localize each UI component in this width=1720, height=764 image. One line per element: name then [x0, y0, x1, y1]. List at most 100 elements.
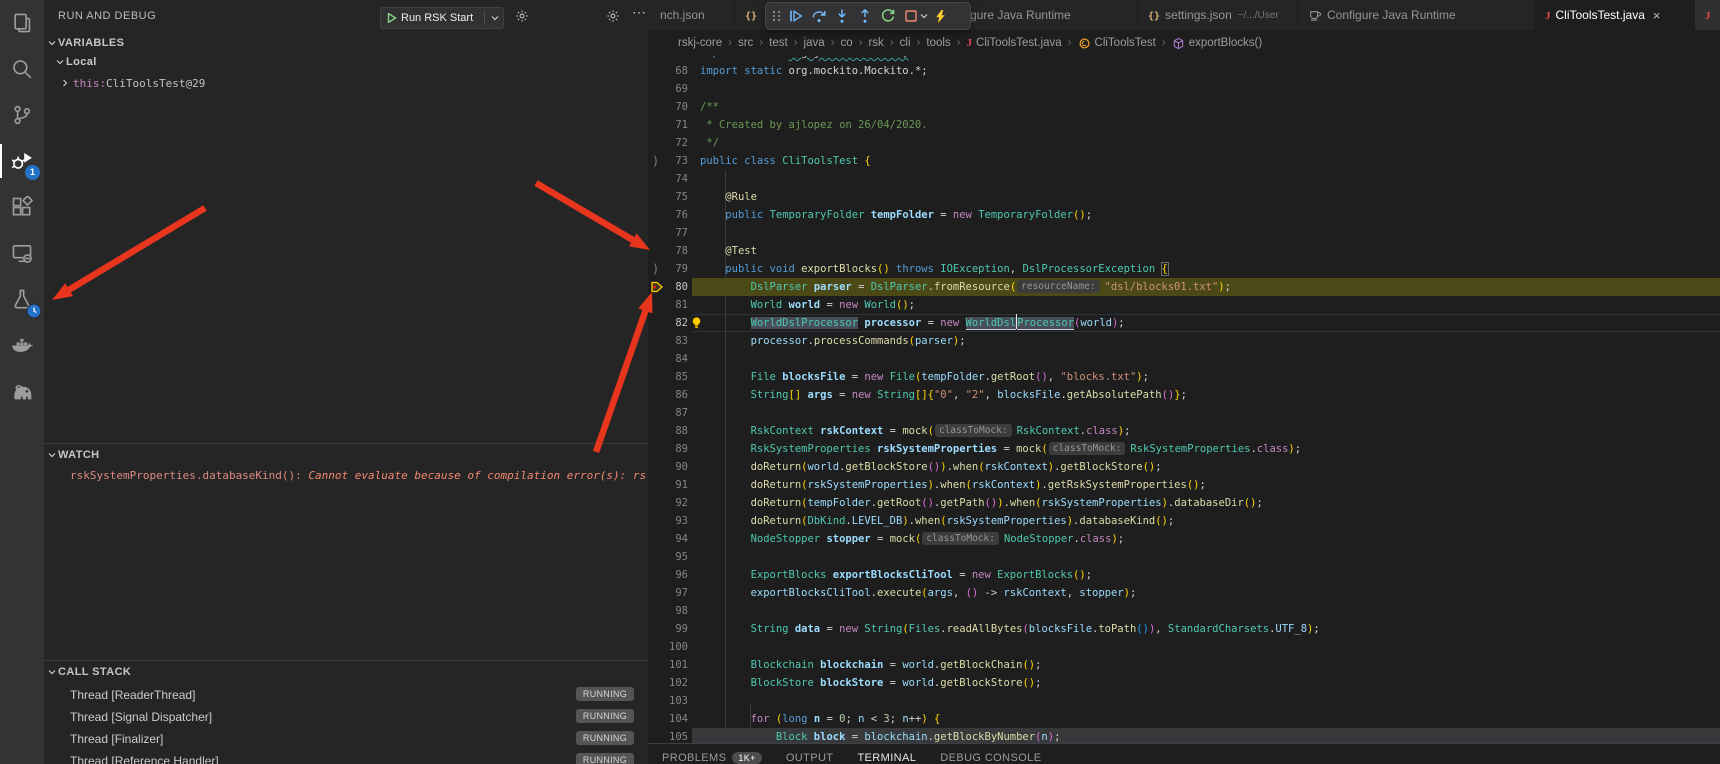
code-line-103[interactable]: 103	[648, 692, 1720, 710]
variables-group-local[interactable]: Local	[44, 54, 648, 74]
activity-bar-item-testing[interactable]	[0, 276, 44, 322]
code-line-79[interactable]: )79 public void exportBlocks() throws IO…	[648, 260, 1720, 278]
gear-icon[interactable]	[606, 9, 620, 23]
code-line-89[interactable]: 89 RskSystemProperties rskSystemProperti…	[648, 440, 1720, 458]
line-number[interactable]: 91	[648, 476, 688, 494]
line-number[interactable]: 105	[648, 728, 688, 743]
tab-Configure Java Runtime[interactable]: Configure Java Runtime	[1298, 0, 1535, 30]
tab-nch.json[interactable]: nch.json	[648, 0, 735, 30]
line-number[interactable]: 99	[648, 620, 688, 638]
line-number[interactable]: 98	[648, 602, 688, 620]
line-number[interactable]: 77	[648, 224, 688, 242]
line-number[interactable]: 101	[648, 656, 688, 674]
code-line-74[interactable]: 74	[648, 170, 1720, 188]
activity-bar-item-remote-explorer[interactable]	[0, 230, 44, 276]
gear-icon[interactable]	[515, 9, 529, 23]
watch-section-header[interactable]: WATCH	[44, 446, 648, 466]
hot-code-replace-icon[interactable]	[929, 4, 952, 28]
line-number[interactable]: 85	[648, 368, 688, 386]
code-line-102[interactable]: 102 BlockStore blockStore = world.getBlo…	[648, 674, 1720, 692]
line-number[interactable]: 76	[648, 206, 688, 224]
line-number[interactable]: 68	[648, 62, 688, 80]
code-line-97[interactable]: 97 exportBlocksCliTool.execute(args, () …	[648, 584, 1720, 602]
breadcrumb-item-rskj-core[interactable]: rskj-core	[678, 37, 722, 49]
code-line-94[interactable]: 94 NodeStopper stopper = mock(classToMoc…	[648, 530, 1720, 548]
code-line-70[interactable]: 70/**	[648, 98, 1720, 116]
panel-tab-debug-console[interactable]: DEBUG CONSOLE	[928, 744, 1053, 764]
code-line-84[interactable]: 84	[648, 350, 1720, 368]
more-actions-icon[interactable]: ⋯	[632, 4, 647, 21]
line-number[interactable]: 83	[648, 332, 688, 350]
panel-tab-terminal[interactable]: TERMINAL	[845, 744, 928, 764]
code-line-87[interactable]: 87	[648, 404, 1720, 422]
code-line-77[interactable]: 77	[648, 224, 1720, 242]
breadcrumb-item-CliToolsTest.java[interactable]: JCliToolsTest.java	[967, 37, 1062, 49]
line-number[interactable]: 88	[648, 422, 688, 440]
close-icon[interactable]: ×	[1653, 8, 1661, 23]
activity-bar-item-gradle[interactable]	[0, 368, 44, 414]
line-number[interactable]: 100	[648, 638, 688, 656]
code-line-76[interactable]: 76 public TemporaryFolder tempFolder = n…	[648, 206, 1720, 224]
breadcrumb-item-CliToolsTest[interactable]: CliToolsTest	[1078, 37, 1156, 50]
code-line-72[interactable]: 72 */	[648, 134, 1720, 152]
code-line-101[interactable]: 101 Blockchain blockchain = world.getBlo…	[648, 656, 1720, 674]
line-number[interactable]: 97	[648, 584, 688, 602]
code-line-98[interactable]: 98	[648, 602, 1720, 620]
stop-chevron-icon[interactable]	[918, 4, 929, 28]
line-number[interactable]: 92	[648, 494, 688, 512]
line-number[interactable]: 73	[648, 152, 688, 170]
call-stack-section-header[interactable]: CALL STACK	[44, 663, 648, 683]
line-number[interactable]: 80	[648, 278, 688, 296]
breadcrumb-item-src[interactable]: src	[738, 37, 753, 49]
variables-section-header[interactable]: VARIABLES	[44, 34, 648, 54]
line-number[interactable]: 96	[648, 566, 688, 584]
activity-bar-item-run-and-debug[interactable]: 1	[0, 138, 44, 184]
code-line-81[interactable]: 81 World world = new World();	[648, 296, 1720, 314]
thread-row[interactable]: Thread [ReaderThread]RUNNING	[44, 684, 648, 706]
line-number[interactable]: 103	[648, 692, 688, 710]
breadcrumb-item-rsk[interactable]: rsk	[868, 37, 883, 49]
code-line-75[interactable]: 75 @Rule	[648, 188, 1720, 206]
line-number[interactable]: 75	[648, 188, 688, 206]
line-number[interactable]: 90	[648, 458, 688, 476]
line-number[interactable]: 78	[648, 242, 688, 260]
watch-expression-row[interactable]: rskSystemProperties.databaseKind(): Cann…	[44, 466, 646, 486]
activity-bar-item-source-control[interactable]	[0, 92, 44, 138]
code-line-93[interactable]: 93 doReturn(DbKind.LEVEL_DB).when(rskSys…	[648, 512, 1720, 530]
code-line-92[interactable]: 92 doReturn(tempFolder.getRoot().getPath…	[648, 494, 1720, 512]
editor-code[interactable]: 67import static org.junit.Assert.*;68imp…	[648, 56, 1720, 743]
code-line-88[interactable]: 88 RskContext rskContext = mock(classToM…	[648, 422, 1720, 440]
activity-bar-item-docker[interactable]	[0, 322, 44, 368]
tab-settings.json[interactable]: {}settings.json~/.../User	[1138, 0, 1298, 30]
chevron-right-icon[interactable]	[60, 78, 70, 88]
code-line-86[interactable]: 86 String[] args = new String[]{"0", "2"…	[648, 386, 1720, 404]
line-number[interactable]: 71	[648, 116, 688, 134]
breadcrumb-item-exportBlocks()[interactable]: exportBlocks()	[1172, 37, 1263, 50]
breadcrumb-item-co[interactable]: co	[840, 37, 852, 49]
code-line-69[interactable]: 69	[648, 80, 1720, 98]
code-line-78[interactable]: 78 @Test	[648, 242, 1720, 260]
breadcrumb-item-tools[interactable]: tools	[926, 37, 950, 49]
breadcrumb-item-java[interactable]: java	[804, 37, 825, 49]
breadcrumb-item-test[interactable]: test	[769, 37, 788, 49]
thread-row[interactable]: Thread [Finalizer]RUNNING	[44, 728, 648, 750]
step-out-icon[interactable]	[853, 4, 876, 28]
line-number[interactable]: 89	[648, 440, 688, 458]
code-line-83[interactable]: 83 processor.processCommands(parser);	[648, 332, 1720, 350]
thread-row[interactable]: Thread [Signal Dispatcher]RUNNING	[44, 706, 648, 728]
line-number[interactable]: 93	[648, 512, 688, 530]
step-over-icon[interactable]	[807, 4, 830, 28]
code-line-104[interactable]: 104 for (long n = 0; n < 3; n++) {	[648, 710, 1720, 728]
line-number[interactable]: 94	[648, 530, 688, 548]
tab-CliToolsTest.java[interactable]: JCliToolsTest.java×	[1535, 0, 1695, 30]
code-line-100[interactable]: 100	[648, 638, 1720, 656]
tab-partial-6[interactable]: J	[1695, 0, 1720, 30]
code-line-82[interactable]: 82 WorldDslProcessor processor = new Wor…	[648, 314, 1720, 332]
line-number[interactable]: 84	[648, 350, 688, 368]
line-number[interactable]: 82	[648, 314, 688, 332]
step-into-icon[interactable]	[830, 4, 853, 28]
line-number[interactable]: 79	[648, 260, 688, 278]
activity-bar-item-explorer[interactable]	[0, 0, 44, 46]
line-number[interactable]: 69	[648, 80, 688, 98]
thread-row[interactable]: Thread [Reference Handler]RUNNING	[44, 750, 648, 764]
